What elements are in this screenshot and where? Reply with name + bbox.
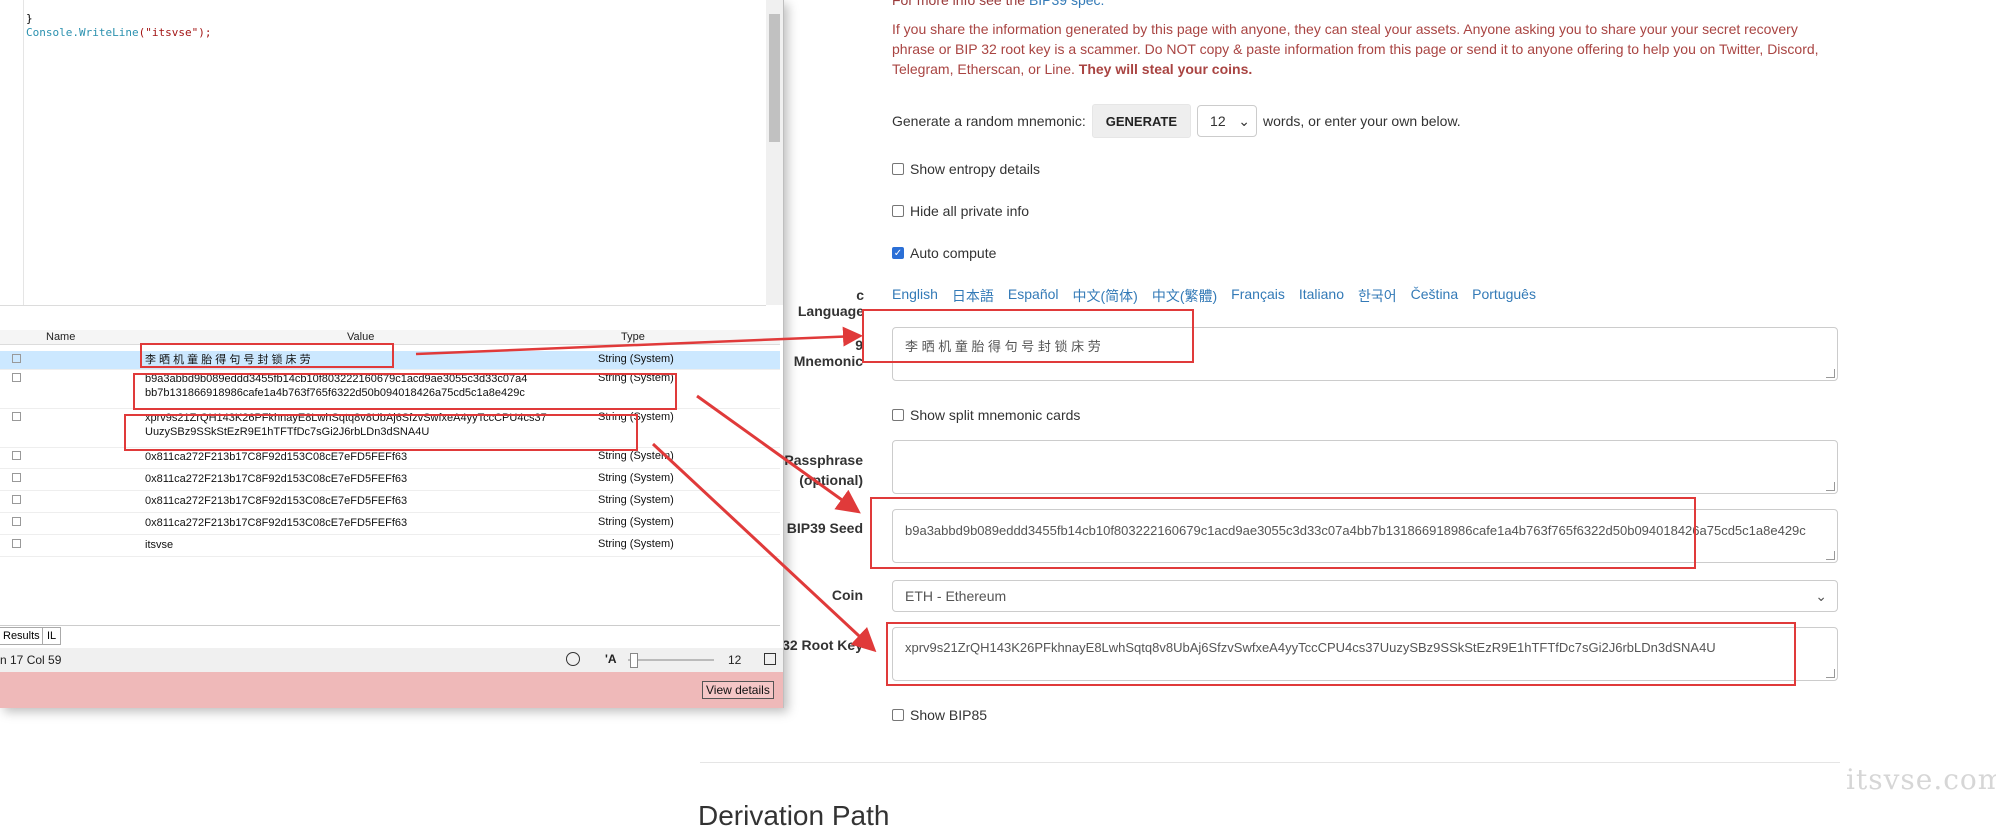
arrow-seed (696, 394, 861, 514)
annotation-arrows (415, 326, 877, 653)
arrow-mnemonic (415, 326, 863, 356)
arrow-root-key (651, 442, 877, 653)
